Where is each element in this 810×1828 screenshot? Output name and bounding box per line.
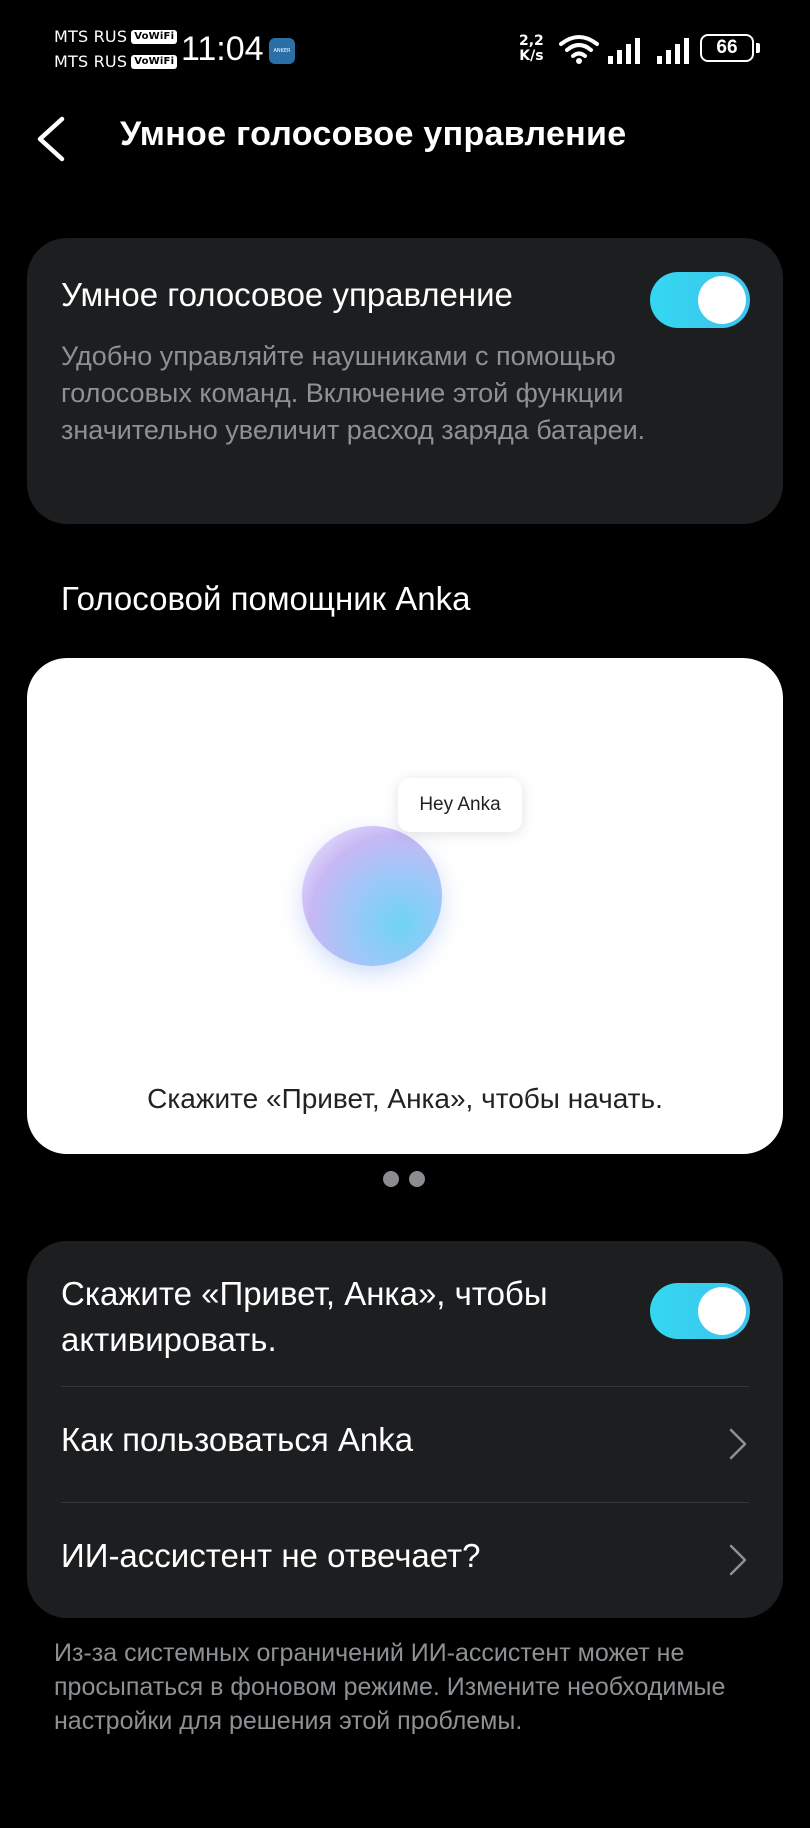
back-button[interactable] (30, 114, 80, 164)
page-title: Умное голосовое управление (120, 115, 627, 153)
background-limit-note: Из-за системных ограничений ИИ-ассистент… (54, 1639, 726, 1735)
assistant-settings-card: Скажите «Привет, Анка», чтобы активирова… (27, 1241, 783, 1618)
network-speed: 2,2 K/s (519, 34, 544, 64)
status-clock: 11:04 (181, 30, 264, 68)
status-bar: MTS RUS VoWiFi MTS RUS VoWiFi 11:04 ANKE… (0, 0, 810, 100)
assistant-orb (302, 826, 442, 966)
toggle-knob (698, 276, 746, 324)
smart-voice-description: Удобно управляйте наушниками с помощью г… (61, 341, 646, 445)
carrier-1-name: MTS RUS (54, 27, 128, 46)
carrier-1: MTS RUS VoWiFi (54, 27, 178, 46)
not-responding-label: ИИ-ассистент не отвечает? (61, 1537, 481, 1574)
chevron-right-icon (729, 1544, 747, 1576)
how-to-use-label: Как пользоваться Anka (61, 1421, 414, 1458)
assistant-preview-carousel[interactable]: Hey Anka Скажите «Привет, Анка», чтобы н… (27, 658, 783, 1154)
how-to-use-row[interactable]: Как пользоваться Anka (27, 1387, 783, 1502)
chevron-right-icon (729, 1428, 747, 1460)
toggle-knob (698, 1287, 746, 1335)
smart-voice-title: Умное голосовое управление (61, 276, 513, 313)
wake-word-label: Скажите «Привет, Анка», чтобы активирова… (61, 1275, 548, 1358)
smart-voice-toggle[interactable] (650, 272, 750, 328)
anker-app-icon: ANKER (269, 38, 295, 64)
signal-2-icon (657, 38, 689, 64)
page-dot[interactable] (409, 1171, 425, 1187)
signal-1-icon (608, 38, 640, 64)
vowifi-1-badge: VoWiFi (131, 29, 178, 44)
chevron-left-icon (37, 116, 65, 162)
battery-tip (756, 43, 760, 53)
carrier-2: MTS RUS VoWiFi (54, 52, 178, 71)
smart-voice-card: Умное голосовое управление Удобно управл… (27, 238, 783, 524)
preview-caption: Скажите «Привет, Анка», чтобы начать. (147, 1083, 663, 1114)
app-header: Умное голосовое управление (0, 100, 810, 180)
vowifi-2-badge: VoWiFi (131, 54, 178, 69)
carrier-2-name: MTS RUS (54, 52, 128, 71)
speech-bubble: Hey Anka (398, 778, 522, 832)
not-responding-row[interactable]: ИИ-ассистент не отвечает? (27, 1503, 783, 1618)
page-dot[interactable] (383, 1171, 399, 1187)
battery-indicator: 66 (700, 34, 754, 62)
wifi-icon (559, 35, 599, 64)
network-speed-value: 2,2 (519, 33, 544, 49)
assistant-section-title: Голосовой помощник Anka (61, 580, 471, 617)
network-speed-unit: K/s (519, 48, 544, 64)
wake-word-toggle[interactable] (650, 1283, 750, 1339)
carousel-pagination (383, 1171, 425, 1187)
